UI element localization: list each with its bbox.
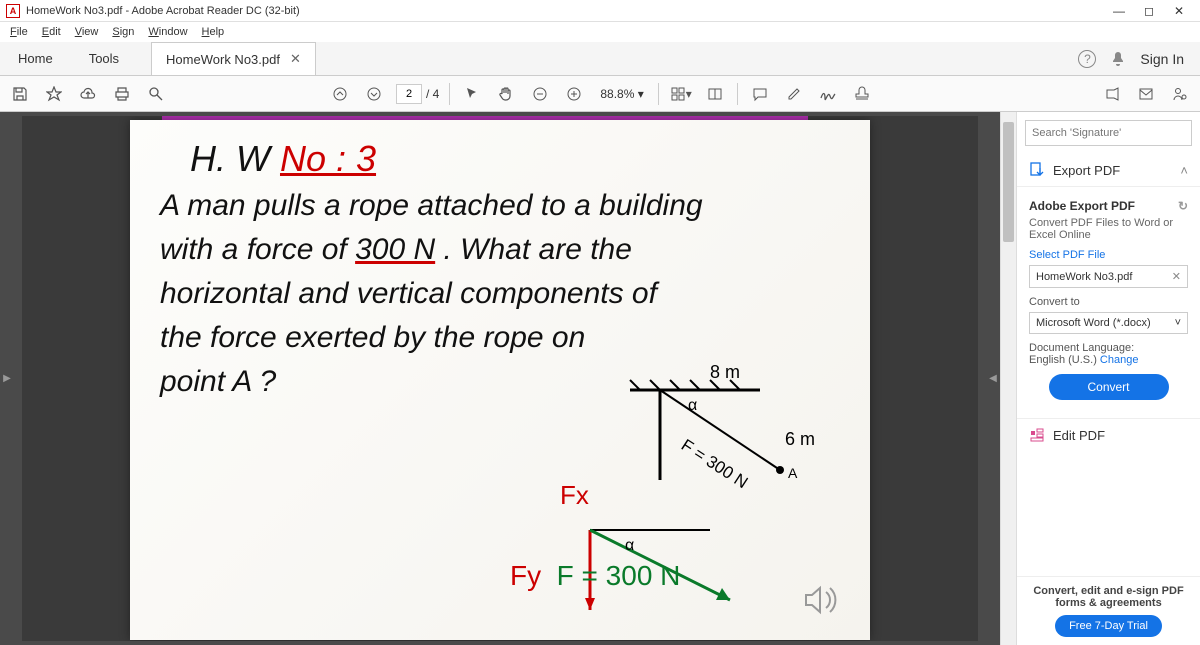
clear-file-icon[interactable]: ✕ xyxy=(1172,270,1181,283)
print-icon[interactable] xyxy=(110,82,134,106)
speaker-icon xyxy=(800,580,840,620)
select-file-label: Select PDF File xyxy=(1029,249,1188,261)
bell-icon[interactable] xyxy=(1110,51,1126,67)
zoom-out-icon[interactable] xyxy=(528,82,552,106)
svg-text:α: α xyxy=(688,397,697,414)
share-icon[interactable] xyxy=(1100,82,1124,106)
promo-text: Convert, edit and e-sign PDF forms & agr… xyxy=(1023,585,1194,609)
close-window-button[interactable]: ✕ xyxy=(1164,0,1194,22)
adobe-export-title: Adobe Export PDF xyxy=(1029,199,1135,213)
menu-window[interactable]: Window xyxy=(142,24,193,40)
minimize-button[interactable]: — xyxy=(1104,0,1134,22)
menu-file[interactable]: File xyxy=(4,24,34,40)
fit-width-icon[interactable]: ▾ xyxy=(669,82,693,106)
highlight-icon[interactable] xyxy=(782,82,806,106)
zoom-in-icon[interactable] xyxy=(562,82,586,106)
hand-tool-icon[interactable] xyxy=(494,82,518,106)
convert-to-label: Convert to xyxy=(1029,296,1188,308)
menubar: File Edit View Sign Window Help xyxy=(0,22,1200,42)
svg-text:α: α xyxy=(625,537,634,554)
export-pdf-tool[interactable]: Export PDF ˄ xyxy=(1017,154,1200,186)
page-down-icon[interactable] xyxy=(362,82,386,106)
doc-lang-label: Document Language: xyxy=(1029,342,1134,354)
chevron-up-icon: ˄ xyxy=(1180,163,1188,178)
convert-button[interactable]: Convert xyxy=(1049,374,1169,400)
page-up-icon[interactable] xyxy=(328,82,352,106)
read-mode-icon[interactable] xyxy=(703,82,727,106)
menu-help[interactable]: Help xyxy=(196,24,231,40)
stamp-icon[interactable] xyxy=(850,82,874,106)
search-icon[interactable] xyxy=(144,82,168,106)
vertical-scrollbar[interactable] xyxy=(1000,112,1016,645)
window-title: HomeWork No3.pdf - Adobe Acrobat Reader … xyxy=(26,5,1104,17)
tools-search[interactable] xyxy=(1025,120,1192,146)
page-indicator: / 4 xyxy=(396,84,439,104)
edit-pdf-icon xyxy=(1029,427,1045,443)
menu-sign[interactable]: Sign xyxy=(106,24,140,40)
selection-tool-icon[interactable] xyxy=(460,82,484,106)
svg-text:6 m: 6 m xyxy=(785,429,815,449)
cloud-refresh-icon[interactable]: ↻ xyxy=(1178,199,1188,213)
help-icon[interactable]: ? xyxy=(1078,50,1096,68)
panel-expand-right[interactable]: ◀ xyxy=(986,112,1000,645)
change-lang-link[interactable]: Change xyxy=(1100,354,1139,366)
more-icon[interactable] xyxy=(1168,82,1192,106)
sign-icon[interactable] xyxy=(816,82,840,106)
tab-document[interactable]: HomeWork No3.pdf ✕ xyxy=(151,42,316,75)
app-icon: A xyxy=(6,4,20,18)
page-current-input[interactable] xyxy=(396,84,422,104)
chevron-down-icon: ˅ xyxy=(1175,317,1181,329)
page-total: / 4 xyxy=(426,87,439,101)
tab-home[interactable]: Home xyxy=(0,42,71,75)
email-icon[interactable] xyxy=(1134,82,1158,106)
convert-description: Convert PDF Files to Word or Excel Onlin… xyxy=(1029,217,1188,241)
panel-expand-left[interactable]: ▶ xyxy=(0,112,14,645)
svg-text:A: A xyxy=(788,465,798,481)
doc-lang-value: English (U.S.) xyxy=(1029,354,1097,366)
export-pdf-icon xyxy=(1029,162,1045,178)
zoom-level[interactable]: 88.8% ▾ xyxy=(596,85,647,103)
star-icon[interactable] xyxy=(42,82,66,106)
free-trial-button[interactable]: Free 7-Day Trial xyxy=(1055,615,1162,637)
sign-in-link[interactable]: Sign In xyxy=(1140,51,1184,67)
menu-edit[interactable]: Edit xyxy=(36,24,67,40)
maximize-button[interactable]: ◻ xyxy=(1134,0,1164,22)
edit-pdf-tool[interactable]: Edit PDF xyxy=(1017,418,1200,451)
tab-document-label: HomeWork No3.pdf xyxy=(166,52,280,67)
svg-text:8 m: 8 m xyxy=(710,362,740,382)
comment-icon[interactable] xyxy=(748,82,772,106)
format-dropdown[interactable]: Microsoft Word (*.docx) ˅ xyxy=(1029,312,1188,334)
whiteboard-photo: H. W No : 3 A man pulls a rope attached … xyxy=(130,120,870,640)
document-page: H. W No : 3 A man pulls a rope attached … xyxy=(22,116,978,641)
selected-file-box[interactable]: HomeWork No3.pdf ✕ xyxy=(1029,265,1188,288)
tab-tools[interactable]: Tools xyxy=(71,42,137,75)
tab-close-icon[interactable]: ✕ xyxy=(290,51,301,67)
menu-view[interactable]: View xyxy=(69,24,105,40)
save-icon[interactable] xyxy=(8,82,32,106)
cloud-icon[interactable] xyxy=(76,82,100,106)
tools-search-input[interactable] xyxy=(1032,127,1185,139)
